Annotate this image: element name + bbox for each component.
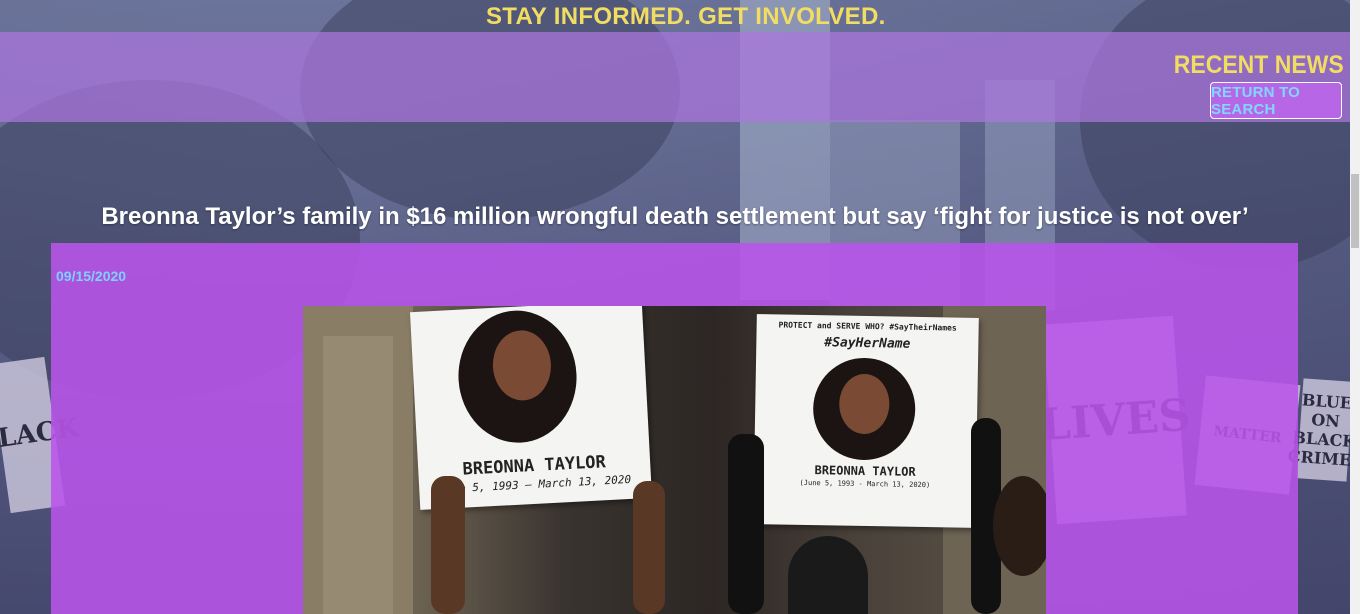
photo-person-hair	[993, 476, 1046, 576]
photo-raised-arm	[633, 481, 665, 614]
right-sign-name: BREONNA TAYLOR	[814, 463, 916, 479]
site-tagline: STAY INFORMED. GET INVOLVED.	[486, 3, 886, 30]
article-card: 09/15/2020 BREONNA TAYLOR June 5, 1993 —…	[51, 243, 1298, 614]
photo-column	[323, 336, 393, 614]
header-band	[0, 32, 1350, 122]
photo-gloved-arm	[728, 434, 764, 614]
article-headline: Breonna Taylor’s family in $16 million w…	[101, 203, 1249, 230]
right-sign-top-line: PROTECT and SERVE WHO? #SayTheirNames	[778, 320, 957, 333]
right-protest-sign: PROTECT and SERVE WHO? #SayTheirNames #S…	[753, 314, 979, 528]
page-scrollbar[interactable]	[1350, 0, 1360, 614]
return-to-search-button[interactable]: RETURN TO SEARCH	[1210, 82, 1342, 119]
photo-raised-arm	[431, 476, 465, 614]
right-sign-dates: (June 5, 1993 - March 13, 2020)	[799, 478, 931, 490]
article-photo: BREONNA TAYLOR June 5, 1993 — March 13, …	[303, 306, 1046, 614]
scrollbar-thumb[interactable]	[1351, 174, 1359, 248]
article-date: 09/15/2020	[56, 268, 127, 284]
photo-person-head	[788, 536, 868, 614]
background-sign: BLUE ON BLACK CRIME!	[1287, 378, 1350, 482]
section-title: RECENT NEWS	[1174, 51, 1344, 79]
right-sign-hashtag: #SayHerName	[824, 335, 911, 352]
